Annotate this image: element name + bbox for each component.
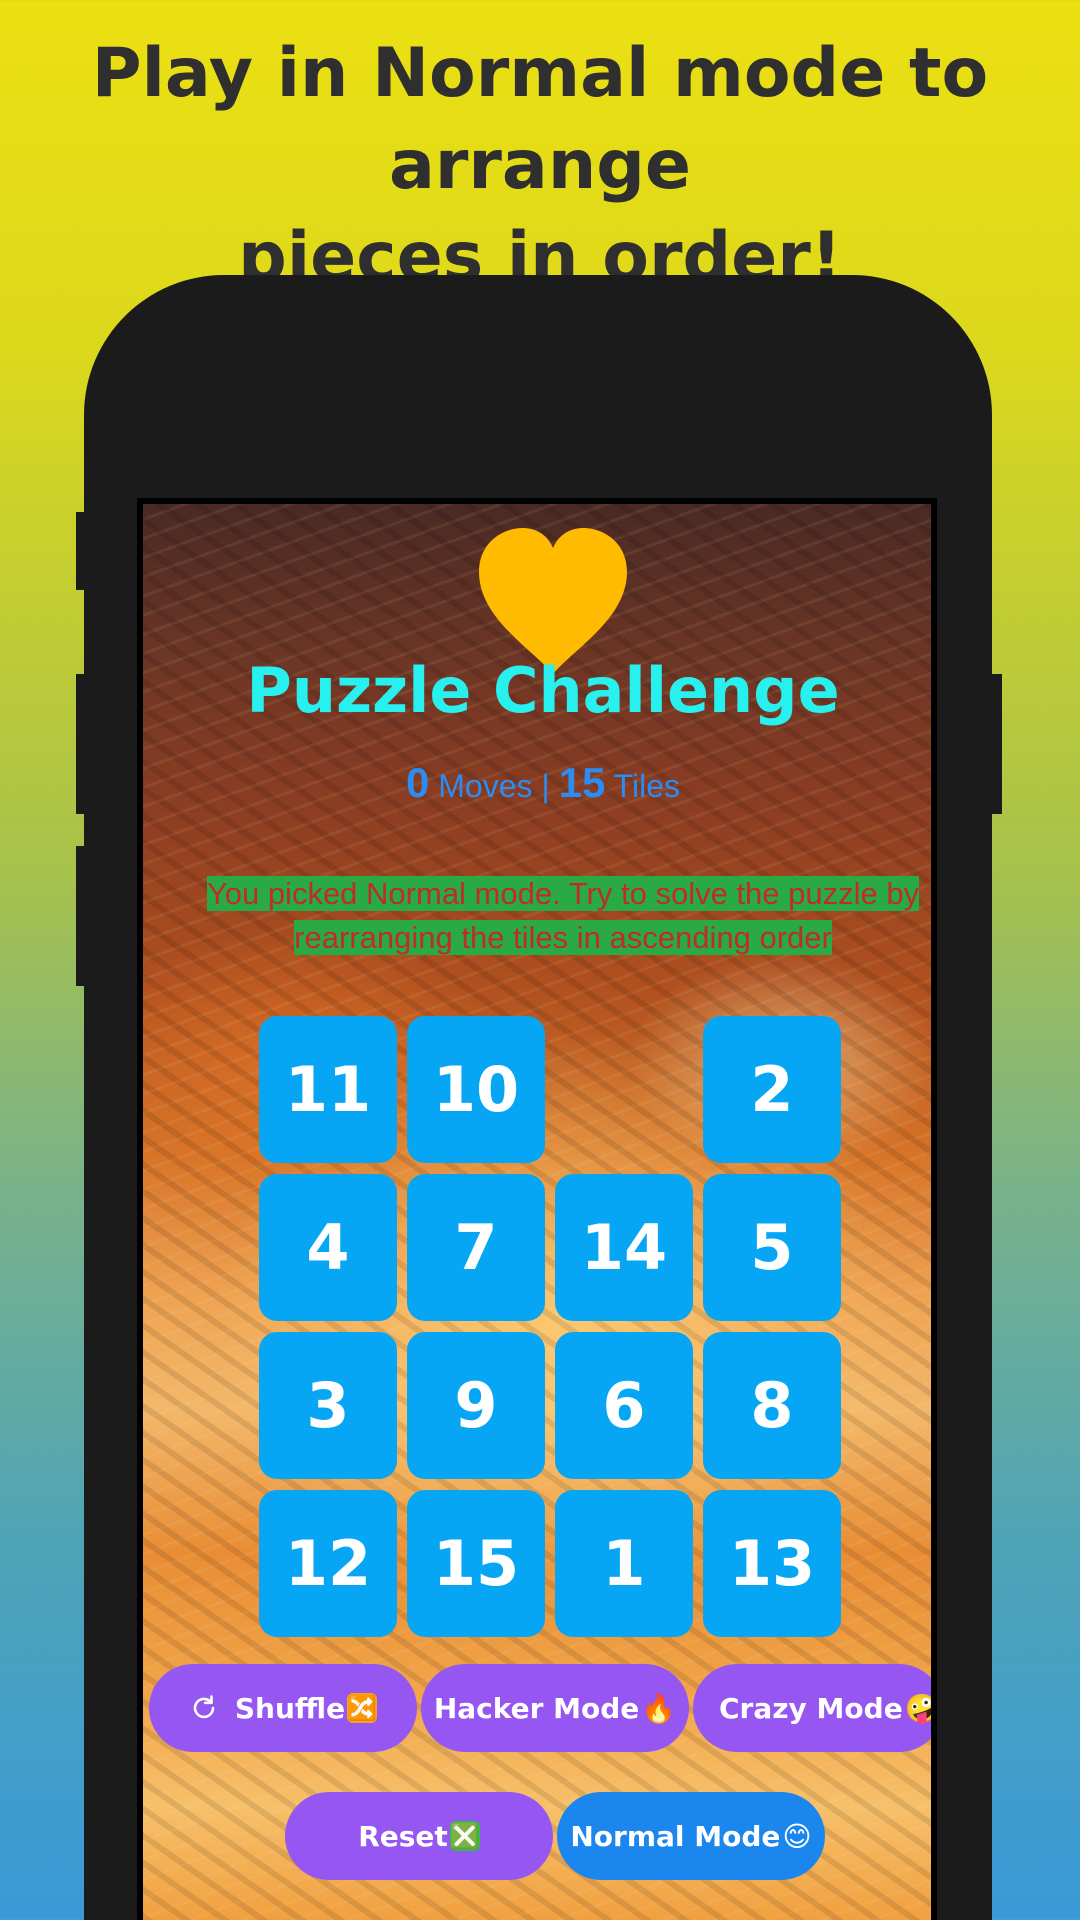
crazy-mode-button[interactable]: Crazy Mode 🤪 bbox=[693, 1664, 937, 1752]
zany-face-emoji-icon: 🤪 bbox=[904, 1691, 937, 1725]
normal-mode-button[interactable]: Normal Mode 😊 bbox=[557, 1792, 825, 1880]
puzzle-tile[interactable]: 9 bbox=[407, 1332, 545, 1479]
refresh-icon bbox=[193, 1695, 215, 1719]
app-title: Puzzle Challenge bbox=[246, 654, 840, 727]
normal-mode-label: Normal Mode bbox=[570, 1819, 781, 1853]
shuffle-emoji-icon: 🔀 bbox=[347, 1693, 378, 1723]
puzzle-tile[interactable]: 13 bbox=[703, 1490, 841, 1637]
fire-emoji-icon: 🔥 bbox=[641, 1691, 677, 1725]
puzzle-tile[interactable]: 15 bbox=[407, 1490, 545, 1637]
puzzle-tile[interactable]: 2 bbox=[703, 1016, 841, 1163]
cross-mark-emoji-icon: ❎ bbox=[449, 1821, 480, 1851]
puzzle-tile[interactable]: 8 bbox=[703, 1332, 841, 1479]
puzzle-tile[interactable]: 6 bbox=[555, 1332, 693, 1479]
puzzle-tile[interactable]: 1 bbox=[555, 1490, 693, 1637]
puzzle-tile[interactable]: 10 bbox=[407, 1016, 545, 1163]
hacker-mode-button[interactable]: Hacker Mode 🔥 bbox=[421, 1664, 689, 1752]
shuffle-label: Shuffle bbox=[234, 1691, 346, 1725]
moves-label: Moves | bbox=[429, 768, 559, 804]
smiling-face-emoji-icon: 😊 bbox=[782, 1819, 812, 1853]
mode-message: You picked Normal mode. Try to solve the… bbox=[183, 872, 931, 960]
puzzle-tile[interactable]: 12 bbox=[259, 1490, 397, 1637]
stats-bar: 0 Moves | 15 Tiles bbox=[143, 759, 931, 807]
puzzle-board: 11 10 2 4 7 14 5 3 9 6 8 12 15 1 13 bbox=[259, 1016, 841, 1646]
reset-label: Reset bbox=[358, 1819, 448, 1853]
puzzle-tile[interactable]: 11 bbox=[259, 1016, 397, 1163]
mode-message-text: You picked Normal mode. Try to solve the… bbox=[206, 876, 920, 955]
puzzle-tile[interactable]: 7 bbox=[407, 1174, 545, 1321]
puzzle-tile[interactable]: 3 bbox=[259, 1332, 397, 1479]
puzzle-tile[interactable]: 14 bbox=[555, 1174, 693, 1321]
hacker-mode-label: Hacker Mode bbox=[433, 1691, 640, 1725]
moves-count: 0 bbox=[406, 759, 430, 806]
shuffle-button[interactable]: Shuffle 🔀 bbox=[149, 1664, 417, 1752]
tiles-count: 15 bbox=[558, 759, 606, 806]
reset-button[interactable]: Reset ❎ bbox=[285, 1792, 553, 1880]
crazy-mode-label: Crazy Mode bbox=[719, 1691, 903, 1725]
puzzle-tile[interactable]: 4 bbox=[259, 1174, 397, 1321]
app-screen: Puzzle Challenge 0 Moves | 15 Tiles You … bbox=[137, 498, 937, 1920]
puzzle-tile[interactable]: 5 bbox=[703, 1174, 841, 1321]
empty-slot[interactable] bbox=[555, 1016, 693, 1163]
promo-headline: Play in Normal mode to arrange pieces in… bbox=[91, 34, 989, 297]
tiles-label: Tiles bbox=[605, 768, 680, 804]
